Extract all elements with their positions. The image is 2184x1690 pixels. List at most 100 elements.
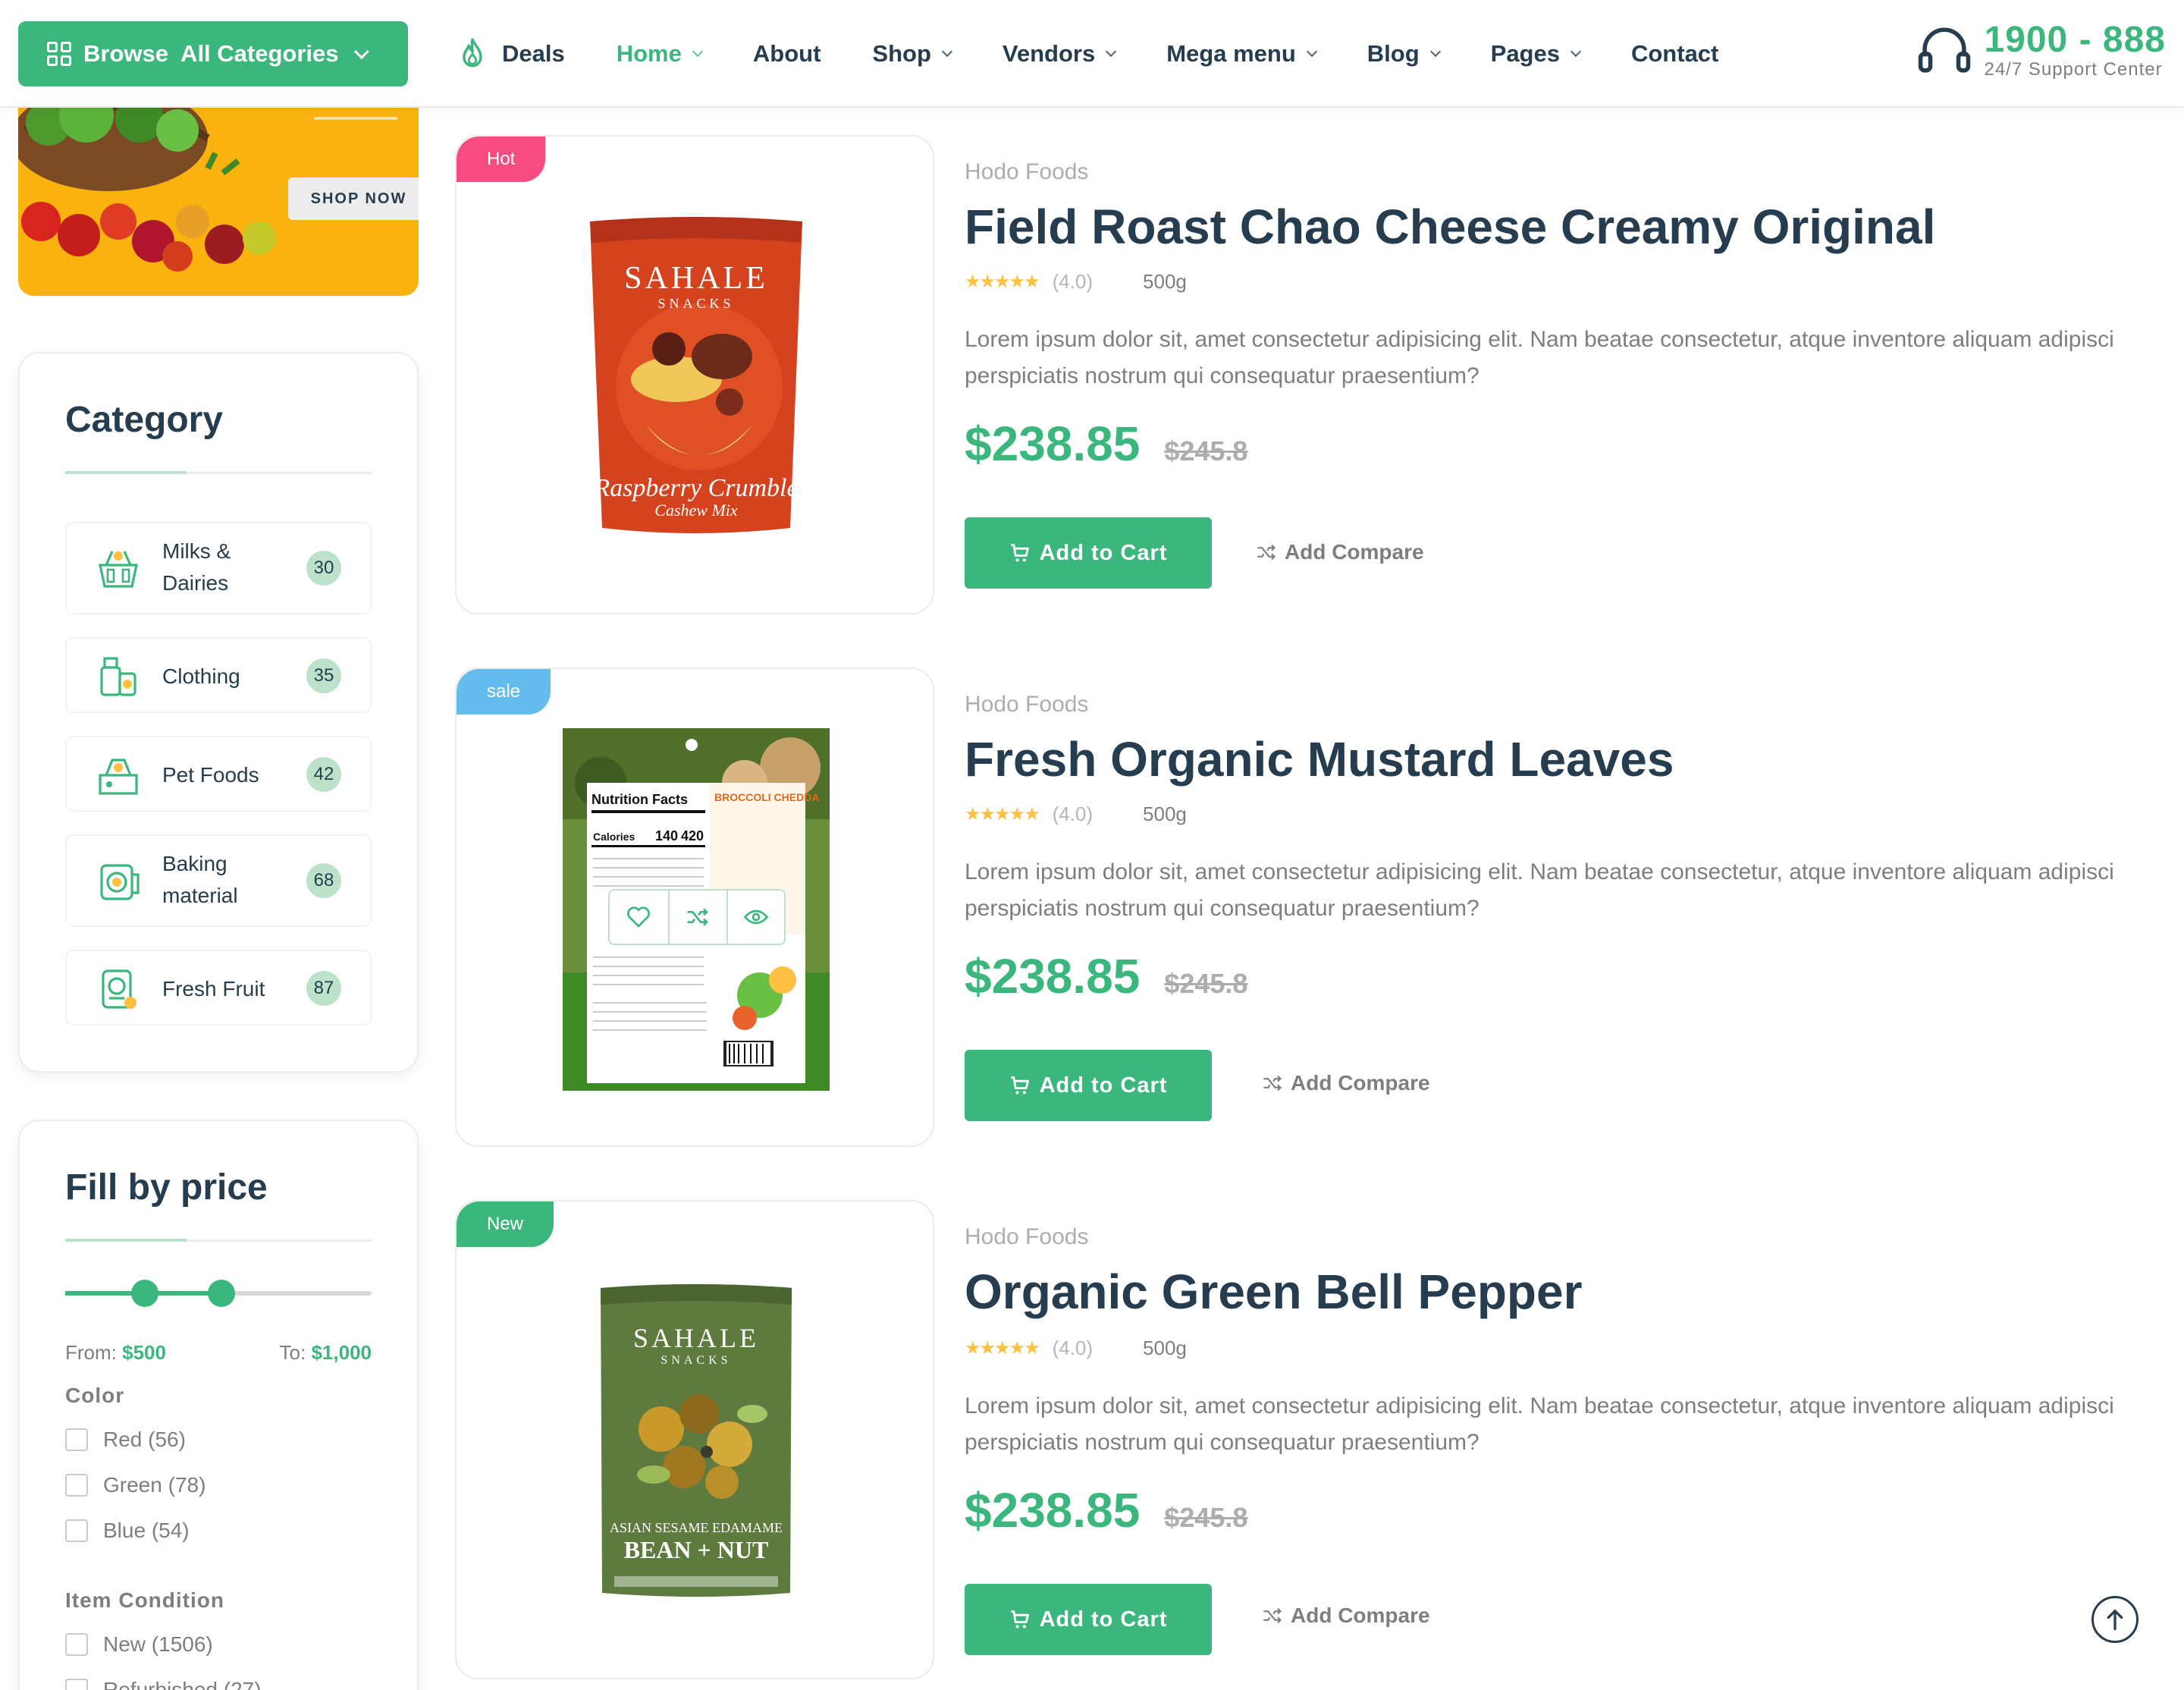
price-from: From: $500 (65, 1341, 166, 1365)
product-image-card[interactable]: SAHALE SNACKS Raspberry Crumble Cashew M… (455, 135, 934, 614)
nav-deals[interactable]: Deals (458, 37, 565, 71)
product-title[interactable]: Fresh Organic Mustard Leaves (965, 731, 1674, 787)
rating-value: (4.0) (1052, 803, 1094, 825)
product-rating: ★★★★★ (4.0) 500g (965, 803, 1187, 826)
main-nav: Deals Home About Shop Vendors Mega menu … (458, 0, 1770, 108)
nav-blog[interactable]: Blog (1367, 40, 1441, 68)
product-rating: ★★★★★ (4.0) 500g (965, 1337, 1187, 1360)
product-title[interactable]: Organic Green Bell Pepper (965, 1264, 1583, 1320)
product-price: $238.85 $245.8 (965, 416, 1247, 472)
heart-icon (627, 906, 651, 928)
product-title[interactable]: Field Roast Chao Cheese Creamy Original (965, 199, 1935, 255)
category-count-badge: 42 (306, 757, 341, 792)
category-item-clothing[interactable]: Clothing 35 (65, 637, 372, 713)
site-header: Browse All Categories Deals Home About S… (0, 0, 2184, 108)
package-brand: SAHALE (624, 261, 768, 296)
scroll-to-top-button[interactable] (2091, 1596, 2138, 1643)
add-to-cart-button[interactable]: Add to Cart (965, 1584, 1212, 1655)
shuffle-icon (1263, 1607, 1282, 1624)
shop-now-button[interactable]: SHOP NOW (288, 177, 419, 220)
checkbox[interactable] (65, 1519, 88, 1542)
cart-icon (1010, 1076, 1029, 1095)
nav-pages[interactable]: Pages (1491, 40, 1582, 68)
checkbox[interactable] (65, 1428, 88, 1451)
nav-shop[interactable]: Shop (872, 40, 952, 68)
color-option-red[interactable]: Red (56) (65, 1428, 186, 1452)
compare-button[interactable] (667, 891, 726, 944)
product-image: SAHALE SNACKS ASIAN SESAME EDAMAME BEAN … (601, 1284, 792, 1597)
wishlist-button[interactable] (610, 891, 667, 944)
condition-option-new[interactable]: New (1506) (65, 1632, 213, 1657)
eye-icon (743, 909, 768, 925)
product-weight: 500g (1143, 1337, 1187, 1359)
category-label: Milks & Dairies (162, 539, 231, 595)
product-description: Lorem ipsum dolor sit, amet consectetur … (965, 327, 2114, 388)
price-current: $238.85 (965, 949, 1141, 1004)
package-sub: SNACKS (661, 1354, 731, 1367)
slider-handle-from[interactable] (131, 1280, 159, 1307)
product-image-card[interactable]: SAHALE SNACKS ASIAN SESAME EDAMAME BEAN … (455, 1200, 934, 1679)
checkbox-label: Green (78) (103, 1473, 206, 1497)
category-count-badge: 68 (306, 863, 341, 898)
nav-about[interactable]: About (753, 40, 821, 68)
checkbox[interactable] (65, 1679, 88, 1690)
checkbox[interactable] (65, 1474, 88, 1497)
price-filter-widget: Fill by price From: $500 To: $1,000 Colo… (18, 1120, 419, 1690)
promo-banner[interactable]: SHOP NOW (18, 108, 419, 296)
browse-categories-label: Browse All Categories (83, 40, 339, 67)
quick-view-button[interactable] (726, 891, 784, 944)
color-option-blue[interactable]: Blue (54) (65, 1519, 190, 1543)
price-to-label: To: (279, 1341, 306, 1364)
title-underline (65, 1239, 372, 1242)
product-brand[interactable]: Hodo Foods (965, 692, 1088, 718)
rating-stars-icon: ★★★★★ (965, 272, 1040, 292)
rating-stars-icon: ★★★★★ (965, 1338, 1040, 1359)
category-label: Pet Foods (162, 763, 259, 787)
condition-option-refurbished[interactable]: Refurbished (27) (65, 1678, 262, 1690)
category-list: Milks & Dairies 30 Clothing 35 Pet Foods… (65, 522, 372, 1048)
add-compare-link[interactable]: Add Compare (1262, 1071, 1430, 1095)
headset-icon (1919, 27, 1971, 73)
support-center[interactable]: 1900 - 888 24/7 Support Center (1916, 21, 2166, 80)
product-brand[interactable]: Hodo Foods (965, 1224, 1088, 1250)
category-title: Category (65, 400, 224, 440)
package-flavor: ASIAN SESAME EDAMAME (610, 1520, 783, 1535)
baking-icon (100, 864, 140, 900)
package-mix: BEAN + NUT (624, 1536, 769, 1563)
package-label: Nutrition Facts (592, 792, 688, 807)
category-count-badge: 87 (306, 971, 341, 1006)
nav-home[interactable]: Home (617, 40, 703, 68)
nav-contact[interactable]: Contact (1631, 40, 1718, 68)
nav-vendors[interactable]: Vendors (1003, 40, 1117, 68)
color-filter-title: Color (65, 1384, 125, 1407)
browse-categories-button[interactable]: Browse All Categories (18, 21, 408, 86)
add-compare-link[interactable]: Add Compare (1262, 1604, 1430, 1628)
category-label: Clothing (162, 664, 240, 688)
price-range-slider[interactable] (65, 1280, 372, 1307)
add-compare-link[interactable]: Add Compare (1256, 540, 1424, 564)
product-description: Lorem ipsum dolor sit, amet consectetur … (965, 859, 2114, 921)
checkbox[interactable] (65, 1633, 88, 1656)
package-calories-label: Calories (593, 831, 635, 843)
category-item-baking-material[interactable]: Baking material 68 (65, 834, 372, 927)
add-to-cart-button[interactable]: Add to Cart (965, 517, 1212, 589)
milk-basket-icon (99, 551, 138, 588)
category-count-badge: 30 (306, 551, 341, 586)
price-old: $245.8 (1164, 968, 1248, 999)
chevron-down-icon (941, 46, 952, 58)
product-image-card[interactable]: Nutrition Facts BROCCOLI CHEDDA Calories… (455, 668, 934, 1147)
category-item-fresh-fruit[interactable]: Fresh Fruit 87 (65, 950, 372, 1026)
category-item-milks-dairies[interactable]: Milks & Dairies 30 (65, 522, 372, 614)
price-current: $238.85 (965, 1483, 1141, 1538)
rating-value: (4.0) (1052, 270, 1094, 293)
rating-value: (4.0) (1052, 1337, 1094, 1359)
category-item-pet-foods[interactable]: Pet Foods 42 (65, 736, 372, 812)
slider-handle-to[interactable] (208, 1280, 236, 1307)
color-option-green[interactable]: Green (78) (65, 1473, 206, 1497)
nav-mega-menu[interactable]: Mega menu (1166, 40, 1317, 68)
product-brand[interactable]: Hodo Foods (965, 159, 1088, 185)
add-to-cart-label: Add to Cart (1039, 1073, 1168, 1098)
title-underline (65, 471, 372, 474)
product-badge: New (457, 1202, 554, 1247)
add-to-cart-button[interactable]: Add to Cart (965, 1050, 1212, 1121)
